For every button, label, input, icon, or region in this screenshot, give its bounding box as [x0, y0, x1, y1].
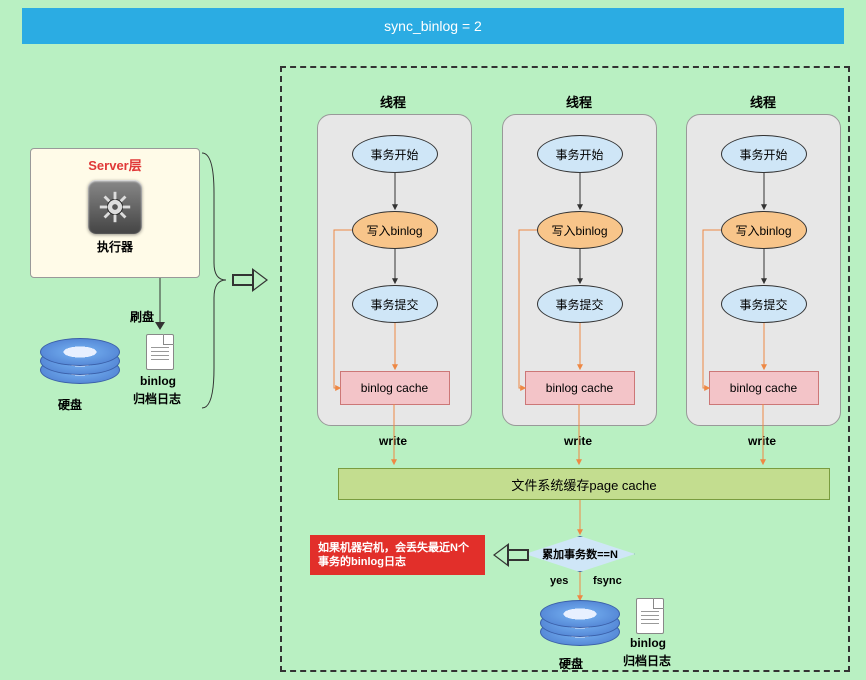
write-3: write — [748, 434, 776, 448]
binlog-cache-1: binlog cache — [340, 371, 450, 405]
page-cache: 文件系统缓存page cache — [338, 468, 830, 500]
disk-stack-bottom — [540, 600, 620, 656]
step-write-1: 写入binlog — [352, 211, 438, 249]
file-icon-bottom — [636, 598, 664, 634]
write-1: write — [379, 434, 407, 448]
executor-label: 执行器 — [31, 238, 199, 255]
step-start-3: 事务开始 — [721, 135, 807, 173]
disk-stack-left — [40, 338, 120, 394]
title-text: sync_binlog = 2 — [384, 18, 482, 34]
arrow-to-threads — [232, 268, 272, 292]
arrow-to-warning — [489, 543, 529, 567]
step-commit-3: 事务提交 — [721, 285, 807, 323]
thread-box-1: 事务开始 写入binlog 事务提交 binlog cache — [317, 114, 472, 426]
step-commit-1: 事务提交 — [352, 285, 438, 323]
step-start-1: 事务开始 — [352, 135, 438, 173]
thread-label-3: 线程 — [750, 92, 776, 111]
disk-label-left: 硬盘 — [58, 396, 82, 413]
step-start-2: 事务开始 — [537, 135, 623, 173]
binlog-cache-2: binlog cache — [525, 371, 635, 405]
binlog-bottom-2: 归档日志 — [623, 652, 671, 669]
disk-label-bottom: 硬盘 — [559, 655, 583, 672]
gear-icon — [88, 180, 142, 234]
binlog-left-2: 归档日志 — [133, 390, 181, 407]
fsync-label: fsync — [593, 575, 622, 587]
write-2: write — [564, 434, 592, 448]
yes-label: yes — [550, 575, 568, 587]
binlog-left-1: binlog — [140, 374, 176, 388]
thread-box-3: 事务开始 写入binlog 事务提交 binlog cache — [686, 114, 841, 426]
thread-box-2: 事务开始 写入binlog 事务提交 binlog cache — [502, 114, 657, 426]
binlog-cache-3: binlog cache — [709, 371, 819, 405]
warning-box: 如果机器宕机，会丢失最近N个事务的binlog日志 — [310, 535, 485, 575]
thread-label-2: 线程 — [566, 92, 592, 111]
step-commit-2: 事务提交 — [537, 285, 623, 323]
title-bar: sync_binlog = 2 — [22, 8, 844, 44]
step-write-2: 写入binlog — [537, 211, 623, 249]
file-icon-left — [146, 334, 174, 370]
step-write-3: 写入binlog — [721, 211, 807, 249]
flush-label: 刷盘 — [130, 308, 154, 325]
server-box: Server层 执行器 — [30, 148, 200, 278]
server-title: Server层 — [31, 155, 199, 174]
thread-label-1: 线程 — [380, 92, 406, 111]
binlog-bottom-1: binlog — [630, 636, 666, 650]
